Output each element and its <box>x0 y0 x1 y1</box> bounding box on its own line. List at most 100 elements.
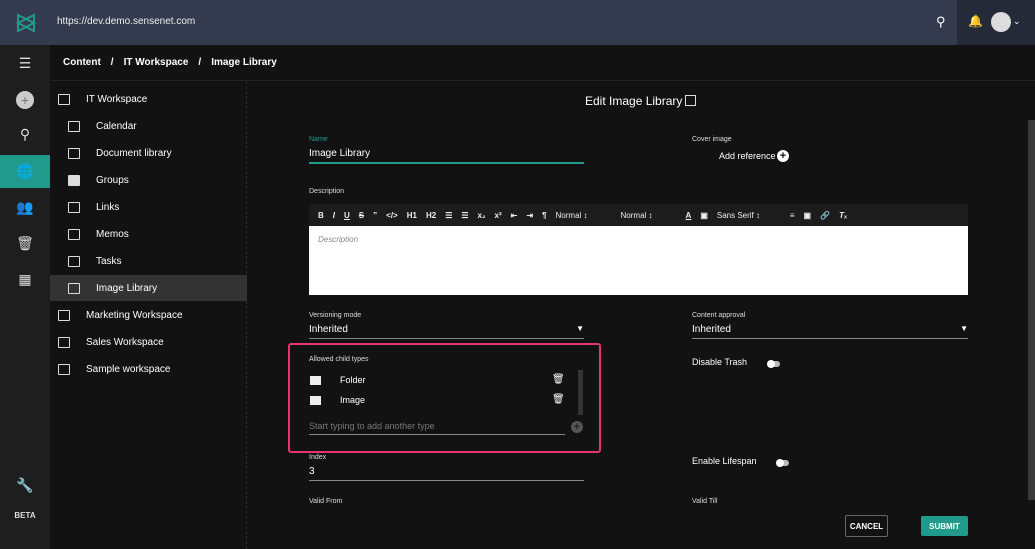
tree-item-tasks[interactable]: Tasks <box>50 248 247 274</box>
index-label: Index <box>309 454 327 461</box>
search-icon[interactable]: ⚲ <box>0 118 50 151</box>
allowed-type-input[interactable]: Start typing to add another type <box>309 421 565 435</box>
disable-trash-label: Disable Trash <box>692 357 748 367</box>
tree-item-image-library[interactable]: Image Library <box>50 275 247 301</box>
folder-icon <box>68 174 80 186</box>
menu-icon[interactable]: ☰ <box>0 47 50 80</box>
text-color-button[interactable]: A <box>686 211 692 220</box>
library-icon <box>68 255 80 267</box>
approval-label: Content approval <box>692 312 746 319</box>
h1-button[interactable]: H1 <box>407 211 417 220</box>
breadcrumb-it-workspace[interactable]: IT Workspace <box>124 57 189 68</box>
valid-from-label: Valid From <box>309 498 343 505</box>
header-select[interactable]: Normal ↕ <box>621 211 677 220</box>
underline-button[interactable]: U <box>344 211 350 220</box>
top-bar: https://dev.demo.sensenet.com ⚲ 🔔 ⌄ <box>0 0 1035 45</box>
superscript-button[interactable]: x² <box>495 211 502 220</box>
list-scrollbar[interactable] <box>578 370 583 415</box>
size-select[interactable]: Normal ↕ <box>556 211 612 220</box>
description-label: Description <box>309 188 345 195</box>
tree-item-groups[interactable]: Groups <box>50 167 247 193</box>
sensenet-logo[interactable] <box>16 13 36 33</box>
library-icon <box>68 201 80 213</box>
tree-item-sales-workspace[interactable]: Sales Workspace <box>50 329 247 355</box>
tree-item-memos[interactable]: Memos <box>50 221 247 247</box>
rich-text-toolbar: BIUS ” </> H1 H2 ☰ ☰ x₂ x² ⇤ ⇥ ¶ Normal ↕ Norm… <box>309 204 968 226</box>
align-button[interactable]: ≡ <box>790 211 795 220</box>
italic-button[interactable]: I <box>333 211 335 220</box>
allowed-type-folder[interactable]: Folder 🗑 <box>310 374 570 389</box>
add-reference-icon[interactable]: + <box>777 150 789 162</box>
library-icon <box>685 95 696 106</box>
widgets-icon[interactable]: ▦ <box>0 263 50 296</box>
enable-lifespan-label: Enable Lifespan <box>692 456 757 466</box>
tree-item-it-workspace[interactable]: IT Workspace <box>50 86 247 112</box>
font-select[interactable]: Sans Serif ↕ <box>717 211 781 220</box>
submit-button[interactable]: SUBMIT <box>921 516 968 536</box>
page-scrollbar[interactable] <box>1028 120 1035 500</box>
page-title: Edit Image Library <box>585 94 683 108</box>
breadcrumb-content[interactable]: Content <box>63 57 101 68</box>
content-tree: IT Workspace Calendar Document library G… <box>50 81 247 549</box>
allowed-type-image[interactable]: Image 🗑 <box>310 394 570 409</box>
tree-item-sample-workspace[interactable]: Sample workspace <box>50 356 247 382</box>
cover-image-label: Cover image <box>692 136 732 143</box>
subscript-button[interactable]: x₂ <box>478 211 486 220</box>
tree-item-calendar[interactable]: Calendar <box>50 113 247 139</box>
allowed-child-types-label: Allowed child types <box>309 356 369 363</box>
workspace-icon <box>58 309 70 321</box>
clear-format-button[interactable]: Tₓ <box>839 211 847 220</box>
workspace-icon <box>58 93 70 105</box>
calendar-icon <box>68 120 80 132</box>
tree-item-links[interactable]: Links <box>50 194 247 220</box>
users-icon[interactable]: 👥 <box>0 191 50 224</box>
name-input[interactable]: Image Library <box>309 148 584 164</box>
add-type-icon[interactable]: + <box>571 421 583 433</box>
link-button[interactable]: 🔗 <box>820 211 830 220</box>
indent-button[interactable]: ⇥ <box>526 211 533 220</box>
image-button[interactable]: ▣ <box>804 211 812 220</box>
chevron-down-icon[interactable]: ⌄ <box>1013 16 1021 27</box>
workspace-icon <box>58 363 70 375</box>
image-icon <box>68 282 80 294</box>
bell-icon[interactable]: 🔔 <box>968 14 983 28</box>
library-icon <box>68 228 80 240</box>
outdent-button[interactable]: ⇤ <box>511 211 518 220</box>
disable-trash-toggle[interactable] <box>767 359 780 368</box>
code-button[interactable]: </> <box>386 211 398 220</box>
search-icon[interactable]: ⚲ <box>936 14 946 30</box>
enable-lifespan-toggle[interactable] <box>776 458 789 467</box>
workspace-icon <box>58 336 70 348</box>
wrench-icon[interactable]: 🔧 <box>0 469 50 502</box>
description-editor[interactable]: Description <box>309 226 968 295</box>
image-icon <box>310 396 321 405</box>
delete-icon[interactable]: 🗑 <box>552 374 565 385</box>
cancel-button[interactable]: CANCEL <box>845 515 888 537</box>
tree-item-document-library[interactable]: Document library <box>50 140 247 166</box>
approval-select[interactable]: Inherited ▼ <box>692 324 968 339</box>
strike-button[interactable]: S <box>359 211 364 220</box>
add-button[interactable]: + <box>0 83 50 116</box>
breadcrumb-image-library[interactable]: Image Library <box>211 57 277 68</box>
beta-label: BETA <box>14 510 36 520</box>
index-input[interactable]: 3 <box>309 466 584 481</box>
h2-button[interactable]: H2 <box>426 211 436 220</box>
trash-icon[interactable]: 🗑 <box>0 227 50 260</box>
avatar[interactable] <box>991 12 1011 32</box>
url-text: https://dev.demo.sensenet.com <box>57 16 196 27</box>
add-reference-label[interactable]: Add reference <box>719 151 776 161</box>
versioning-select[interactable]: Inherited ▼ <box>309 324 584 339</box>
background-color-button[interactable]: ▣ <box>700 211 708 220</box>
tree-item-marketing-workspace[interactable]: Marketing Workspace <box>50 302 247 328</box>
bullet-list-button[interactable]: ☰ <box>461 211 468 220</box>
library-icon <box>68 147 80 159</box>
quote-button[interactable]: ” <box>373 211 377 220</box>
name-label: Name <box>309 136 328 143</box>
globe-icon[interactable]: 🌐 <box>0 155 50 188</box>
valid-till-label: Valid Till <box>692 498 718 505</box>
bold-button[interactable]: B <box>318 211 324 220</box>
ordered-list-button[interactable]: ☰ <box>445 211 452 220</box>
delete-icon[interactable]: 🗑 <box>552 394 565 405</box>
direction-button[interactable]: ¶ <box>542 211 546 220</box>
folder-icon <box>310 376 321 385</box>
